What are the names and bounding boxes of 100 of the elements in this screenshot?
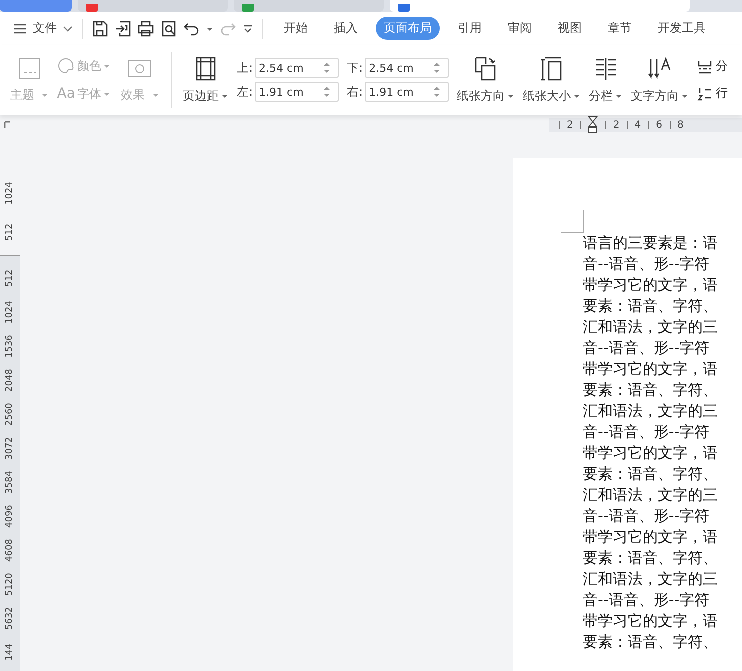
margin-label: 下: [347, 60, 364, 76]
spinner-icon[interactable] [433, 85, 442, 99]
ribbon-tab[interactable]: 插入 [326, 17, 366, 40]
text-line: 要素：语音、字符、 [583, 296, 718, 317]
app-icon [242, 4, 254, 12]
line-numbers-icon[interactable] [697, 86, 714, 102]
text-line: 汇和语法，文字的三 [583, 485, 718, 506]
text-line: 音--语音、形--字符 [583, 422, 710, 443]
caret-icon [615, 92, 624, 100]
ruler-number: 2560 [5, 402, 15, 427]
text-line: 音--语音、形--字符 [583, 590, 710, 611]
text-line: 汇和语法，文字的三 [583, 317, 718, 338]
print-preview-icon[interactable] [160, 20, 178, 38]
ribbon-tab[interactable]: 章节 [600, 17, 640, 40]
ribbon-tab[interactable]: 开始 [276, 17, 316, 40]
ruler-number: 512 [5, 268, 15, 290]
app-icon [86, 4, 98, 12]
caret-icon [221, 92, 229, 100]
ribbon-button[interactable]: 分栏 [589, 88, 614, 104]
ruler-number: 512 [5, 222, 15, 244]
margin-label: 右: [347, 84, 364, 100]
ruler-number: 2 [613, 120, 620, 130]
ribbon-button[interactable]: 纸张方向 [457, 88, 506, 104]
ribbon-label: 字体 [77, 86, 102, 102]
ribbon-tab[interactable]: 审阅 [500, 17, 540, 40]
ruler-number: 4096 [5, 504, 15, 529]
margin-label: 左: [237, 84, 254, 100]
text-line: 要素：语音、字符、 [583, 632, 718, 653]
text-line: 语言的三要素是：语 [583, 233, 718, 254]
text-line: 汇和语法，文字的三 [583, 569, 718, 590]
font-glyph: Aa [57, 86, 76, 102]
ribbon-button[interactable]: 纸张大小 [523, 88, 572, 104]
ruler-number: 1024 [5, 300, 15, 325]
file-menu[interactable]: 文件 [33, 20, 57, 37]
page-break-icon[interactable] [697, 58, 714, 74]
text-line: 汇和语法，文字的三 [583, 401, 718, 422]
margin-input[interactable]: 2.54 cm [369, 62, 434, 74]
text-line: 音--语音、形--字符 [583, 338, 710, 359]
text-line: 带学习它的文字，语 [583, 611, 718, 632]
ribbon-tab[interactable]: 开发工具 [650, 17, 714, 40]
margin-corner-mark [561, 210, 585, 234]
browser-tab[interactable] [390, 0, 690, 12]
ruler-number: 4608 [5, 538, 15, 563]
text-line: 音--语音、形--字符 [583, 254, 710, 275]
margin-label: 上: [237, 60, 254, 76]
spinner-icon[interactable] [433, 61, 442, 75]
ruler-number: 8 [678, 120, 684, 130]
spinner-icon[interactable] [323, 85, 332, 99]
caret-icon [40, 91, 49, 99]
ruler-number: 2 [567, 120, 574, 130]
ruler-number: 3584 [5, 470, 15, 495]
margin-input[interactable]: 1.91 cm [369, 86, 434, 98]
ribbon-label: 效果 [121, 86, 146, 104]
ruler-number: 2048 [5, 368, 15, 393]
ribbon-button[interactable]: 文字方向 [631, 88, 680, 104]
theme-icon [18, 56, 42, 80]
ribbon-button[interactable]: 行 [716, 85, 728, 102]
browser-tab[interactable] [78, 0, 228, 12]
ruler-number: 5632 [5, 606, 15, 631]
text-line: 要素：语音、字符、 [583, 464, 718, 485]
ribbon-label: 主题 [10, 86, 34, 104]
caret-icon [103, 90, 112, 98]
caret-icon [507, 92, 516, 100]
ruler-number: 4 [634, 120, 642, 130]
text-line: 带学习它的文字，语 [583, 275, 718, 296]
text-direction-icon[interactable] [647, 56, 674, 82]
text-line: 带学习它的文字，语 [583, 527, 718, 548]
text-line: 音--语音、形--字符 [583, 506, 710, 527]
ruler-number: 144 [5, 642, 15, 664]
app-icon [398, 4, 410, 12]
margin-field[interactable]: 2.54 cm [365, 58, 450, 78]
text-line: 带学习它的文字，语 [583, 359, 718, 380]
ruler-number: 1536 [5, 334, 15, 359]
margin-input[interactable]: 1.91 cm [259, 86, 324, 98]
ribbon-tab[interactable]: 引用 [450, 17, 490, 40]
margin-field[interactable]: 1.91 cm [365, 82, 450, 102]
ribbon-tab[interactable]: 视图 [550, 17, 590, 40]
spinner-icon[interactable] [323, 61, 332, 75]
margins-button[interactable]: 页边距 [183, 88, 219, 104]
margin-input[interactable]: 2.54 cm [259, 62, 324, 74]
print-icon[interactable] [137, 20, 155, 38]
save-icon[interactable] [91, 20, 109, 38]
indent-marker-icon[interactable] [588, 116, 598, 134]
ruler-number: 6 [656, 120, 662, 130]
tab-stop-icon[interactable] [4, 121, 12, 129]
ribbon-button[interactable]: 分 [716, 58, 728, 75]
ribbon-label: 颜色 [77, 58, 102, 74]
chevron-down-icon[interactable] [242, 22, 254, 34]
caret-icon [681, 92, 690, 100]
ruler-number: 1024 [5, 181, 15, 206]
palette-icon [57, 57, 76, 75]
margin-field[interactable]: 2.54 cm [255, 58, 340, 78]
ruler-number: 5120 [5, 572, 15, 597]
text-line: 要素：语音、字符、 [583, 380, 718, 401]
margin-field[interactable]: 1.91 cm [255, 82, 340, 102]
export-icon[interactable] [114, 20, 132, 38]
caret-icon [103, 62, 112, 70]
text-line: 要素：语音、字符、 [583, 548, 718, 569]
caret-icon [573, 92, 582, 100]
text-line: 带学习它的文字，语 [583, 443, 718, 464]
